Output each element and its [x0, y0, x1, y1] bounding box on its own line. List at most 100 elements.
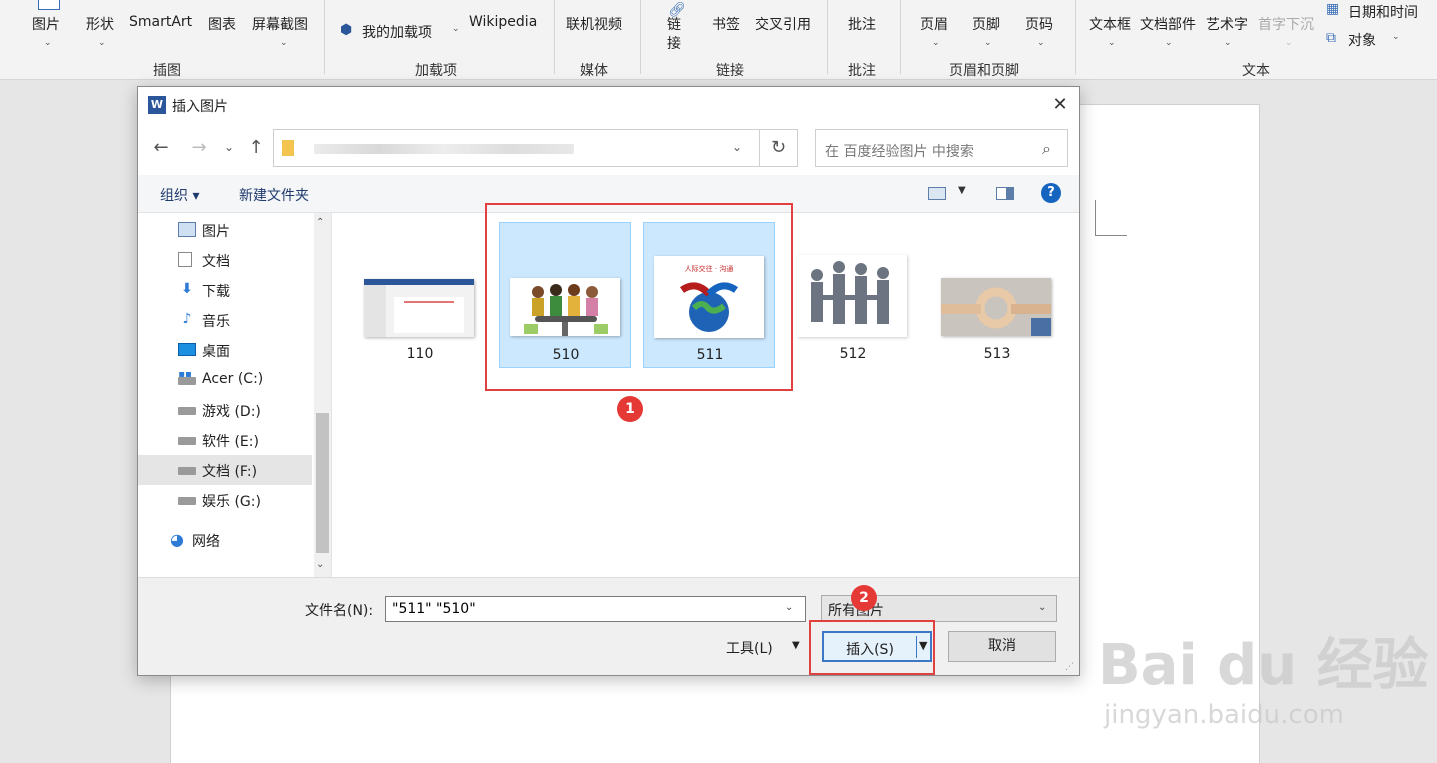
smartart-button[interactable]: SmartArt [129, 14, 192, 30]
chevron-down-icon[interactable]: ▼ [958, 185, 966, 196]
chevron-down-icon[interactable]: ⌄ [732, 140, 742, 154]
link-button-line2[interactable]: 接 [667, 33, 681, 53]
watermark-logo: Bai du 经验 [1098, 633, 1429, 698]
text-box-button[interactable]: 文本框 [1089, 14, 1131, 34]
resize-grip-icon[interactable]: ⋰ [1065, 662, 1074, 672]
group-separator [554, 0, 555, 74]
nav-item-downloads[interactable]: ⬇ 下载 [138, 275, 312, 305]
help-icon[interactable]: ? [1041, 183, 1061, 203]
search-icon[interactable]: ⌕ [1042, 139, 1051, 159]
nav-item-label: 图片 [202, 224, 230, 240]
chevron-down-icon[interactable]: ⌄ [1392, 32, 1400, 42]
nav-item-drive-d[interactable]: 游戏 (D:) [138, 395, 312, 425]
chart-button[interactable]: 图表 [208, 14, 236, 34]
file-item-110[interactable]: 110 [354, 222, 486, 368]
search-placeholder: 在 百度经验图片 中搜索 [825, 144, 974, 160]
nav-scrollbar[interactable]: ⌃ ⌄ [314, 213, 331, 577]
footer-button[interactable]: 页脚 [972, 14, 1000, 34]
comment-button[interactable]: 批注 [848, 14, 876, 34]
word-app-icon: W [148, 96, 166, 114]
quick-parts-button[interactable]: 文档部件 [1140, 14, 1196, 34]
tools-button[interactable]: 工具(L) [726, 638, 773, 658]
forward-arrow-icon[interactable]: → [188, 137, 210, 158]
nav-item-network[interactable]: ◕ 网络 [138, 525, 312, 555]
nav-item-desktop[interactable]: 桌面 [138, 335, 312, 365]
shapes-button[interactable]: 形状 [86, 14, 114, 34]
my-addins-button[interactable]: 我的加载项 [362, 22, 432, 42]
file-name: 513 [983, 346, 1011, 362]
nav-item-label: 桌面 [202, 344, 230, 360]
object-button[interactable]: 对象 [1348, 30, 1376, 50]
screenshot-button[interactable]: 屏幕截图 [252, 14, 308, 34]
chevron-down-icon[interactable]: ⌄ [1165, 38, 1173, 48]
chevron-down-icon[interactable]: ⌄ [44, 38, 52, 48]
cross-reference-button[interactable]: 交叉引用 [755, 14, 811, 34]
chevron-down-icon[interactable]: ⌄ [98, 38, 106, 48]
annotation-badge-2: 2 [851, 585, 877, 611]
pictures-icon [38, 0, 60, 10]
chevron-down-icon[interactable]: ⌄ [1037, 38, 1045, 48]
link-button-line1[interactable]: 链 [667, 14, 681, 34]
dialog-footer: 文件名(N): ⌄ 所有图片 ⌄ 工具(L) ▼ 插入(S) ▼ 取消 ⋰ [138, 577, 1079, 675]
desktop-icon [178, 343, 196, 356]
chevron-down-icon[interactable]: ▼ [792, 640, 800, 651]
nav-item-documents[interactable]: 文档 [138, 245, 312, 275]
new-folder-button[interactable]: 新建文件夹 [239, 185, 309, 205]
file-item-512[interactable]: 512 [787, 222, 919, 368]
online-video-button[interactable]: 联机视频 [566, 14, 622, 34]
chevron-down-icon[interactable]: ⌄ [280, 38, 288, 48]
recent-locations-chevron-icon[interactable]: ⌄ [218, 140, 240, 154]
nav-item-pictures[interactable]: 图片 [138, 215, 312, 245]
download-arrow-icon: ⬇ [181, 281, 193, 297]
preview-pane-icon[interactable] [996, 187, 1014, 200]
chevron-down-icon[interactable]: ⌄ [984, 38, 992, 48]
up-arrow-icon[interactable]: ↑ [245, 137, 267, 158]
chevron-down-icon[interactable]: ⌄ [1224, 38, 1232, 48]
back-arrow-icon[interactable]: ← [150, 137, 172, 158]
ribbon: 图片 ⌄ 形状 ⌄ SmartArt 图表 屏幕截图 ⌄ 插图 ⬢ 我的加载项 … [0, 0, 1437, 80]
nav-item-drive-e[interactable]: 软件 (E:) [138, 425, 312, 455]
chevron-down-icon[interactable]: ⌄ [452, 24, 460, 34]
page-number-button[interactable]: 页码 [1025, 14, 1053, 34]
bookmark-button[interactable]: 书签 [712, 14, 740, 34]
wikipedia-button[interactable]: Wikipedia [469, 14, 537, 30]
store-icon: ⬢ [340, 22, 353, 38]
pictures-button[interactable]: 图片 [32, 14, 60, 34]
scrollbar-thumb[interactable] [316, 413, 329, 553]
music-note-icon: ♪ [182, 311, 192, 327]
chevron-down-icon[interactable]: ⌄ [1108, 38, 1116, 48]
nav-item-label: 音乐 [202, 314, 230, 330]
pictures-icon [178, 222, 196, 237]
nav-item-music[interactable]: ♪ 音乐 [138, 305, 312, 335]
search-input[interactable]: 在 百度经验图片 中搜索 ⌕ [815, 129, 1068, 167]
nav-item-drive-c[interactable]: ▪▪ Acer (C:) [138, 365, 312, 395]
nav-item-label: 游戏 (D:) [202, 404, 261, 420]
drop-cap-button[interactable]: 首字下沉 [1258, 14, 1314, 34]
nav-item-drive-f[interactable]: 文档 (F:) [138, 455, 312, 485]
dialog-title: 插入图片 [172, 99, 228, 115]
group-separator [324, 0, 325, 74]
chevron-down-icon[interactable]: ⌄ [1038, 602, 1046, 613]
organize-button[interactable]: 组织 ▾ [160, 185, 199, 205]
group-label-text: 文本 [1242, 63, 1270, 79]
close-button[interactable]: ✕ [1048, 93, 1072, 117]
file-name: 110 [406, 346, 434, 362]
nav-item-label: 下载 [202, 284, 230, 300]
chevron-down-icon[interactable]: ⌄ [785, 602, 793, 613]
cancel-button[interactable]: 取消 [948, 631, 1056, 662]
scroll-down-arrow-icon[interactable]: ⌄ [316, 559, 324, 570]
wordart-button[interactable]: 艺术字 [1206, 14, 1248, 34]
address-bar[interactable]: ⌄ [273, 129, 760, 167]
nav-item-label: 软件 (E:) [202, 434, 259, 450]
chevron-down-icon[interactable]: ⌄ [932, 38, 940, 48]
refresh-button[interactable]: ↻ [760, 129, 798, 167]
date-time-button[interactable]: 日期和时间 [1348, 2, 1418, 22]
scroll-up-arrow-icon[interactable]: ⌃ [316, 217, 324, 228]
view-options-icon[interactable] [928, 187, 946, 200]
filename-input[interactable] [385, 596, 806, 622]
chevron-down-icon[interactable]: ⌄ [1285, 38, 1293, 48]
network-icon: ◕ [170, 530, 184, 549]
file-item-513[interactable]: 513 [931, 222, 1063, 368]
header-button[interactable]: 页眉 [920, 14, 948, 34]
nav-item-drive-g[interactable]: 娱乐 (G:) [138, 485, 312, 515]
